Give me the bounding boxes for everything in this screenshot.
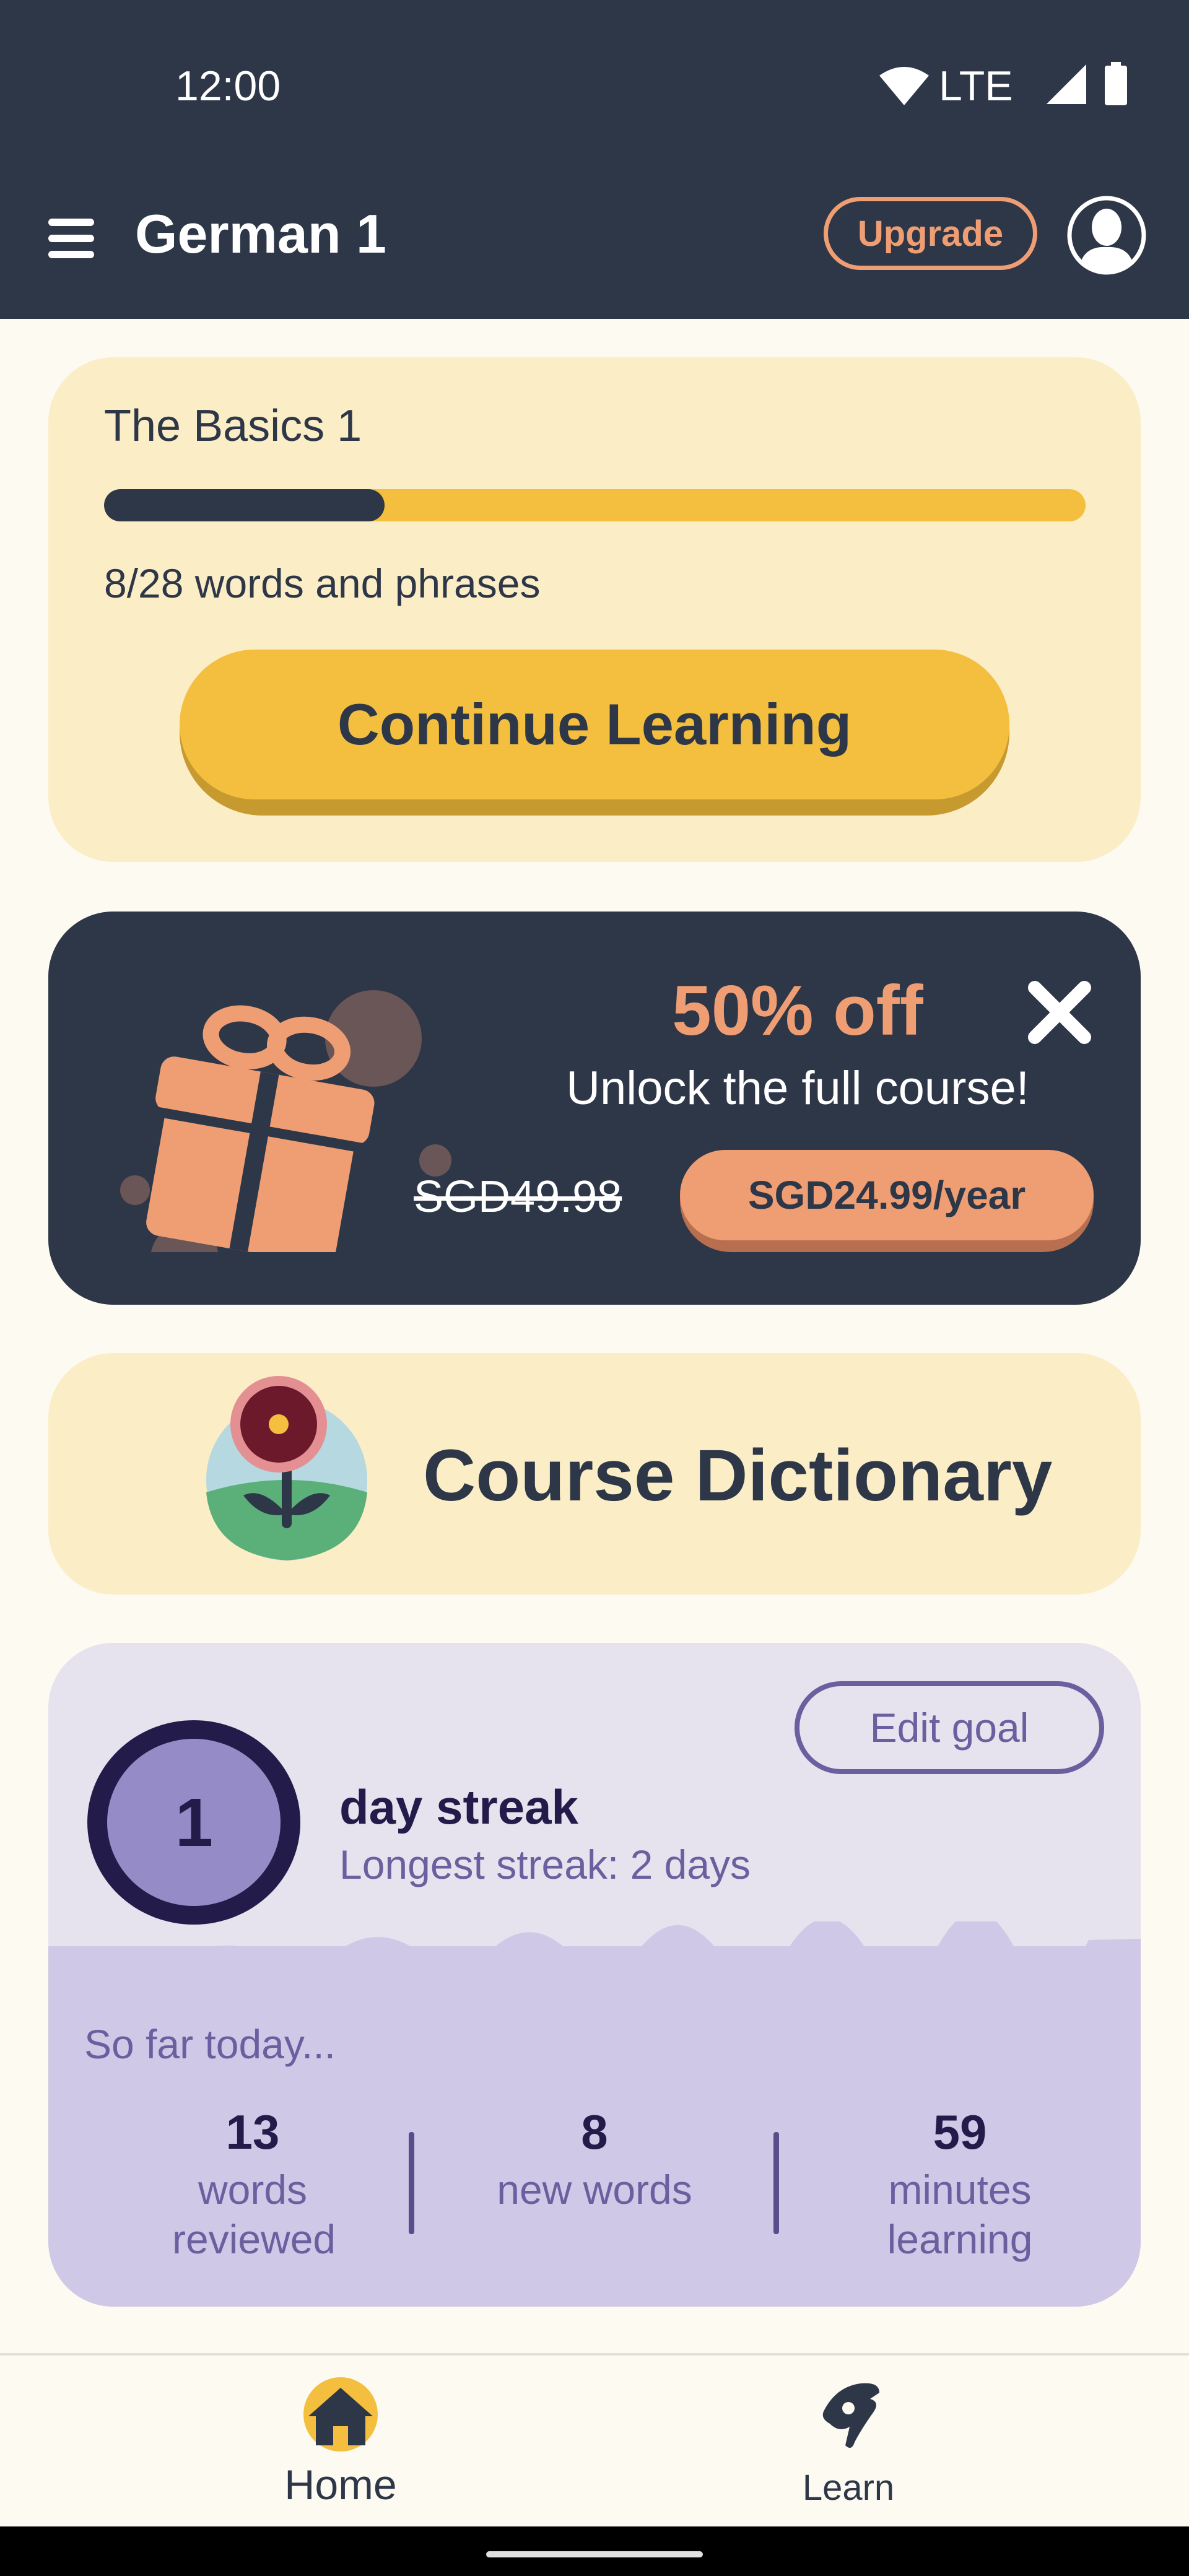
profile-avatar-icon[interactable] [1066, 195, 1147, 276]
stat-label: words reviewed [172, 2167, 336, 2262]
stat-divider [773, 2132, 779, 2234]
promo-card: 50% off Unlock the full course! SGD49.98… [48, 912, 1141, 1305]
promo-subtitle: Unlock the full course! [566, 1062, 1029, 1115]
continue-learning-button[interactable]: Continue Learning [180, 650, 1009, 816]
battery-icon [1105, 62, 1127, 105]
nav-label-learn: Learn [802, 2468, 895, 2508]
longest-streak: Longest streak: 2 days [339, 1842, 751, 1887]
streak-card: 1 day streak Longest streak: 2 days Edit… [48, 1643, 1141, 2307]
stat-value: 8 [581, 2105, 608, 2159]
close-icon[interactable] [1026, 978, 1094, 1046]
learn-hand-icon [822, 2383, 879, 2448]
streak-count: 1 [175, 1784, 214, 1861]
old-price: SGD49.98 [414, 1172, 622, 1222]
menu-button[interactable] [48, 214, 98, 263]
menu-icon-line [48, 219, 94, 226]
menu-icon-line [48, 251, 94, 258]
gesture-handle[interactable] [486, 2551, 703, 2557]
nav-label-home: Home [284, 2461, 397, 2509]
flower-icon [206, 1376, 367, 1560]
course-title: German 1 [135, 203, 386, 264]
status-icons: LTE [879, 62, 1189, 118]
network-type: LTE [939, 63, 1013, 110]
lesson-title: The Basics 1 [104, 401, 362, 451]
streak-label: day streak [339, 1780, 578, 1834]
app-bar: German 1 Upgrade [0, 176, 1189, 319]
wifi-icon [879, 67, 929, 105]
status-bar: 12:00 LTE [0, 0, 1189, 176]
stat-value: 59 [933, 2105, 987, 2159]
lesson-progress-fill [104, 489, 385, 521]
promo-title: 50% off [672, 972, 923, 1050]
status-time: 12:00 [175, 63, 281, 110]
discount-price-label: SGD24.99/year [680, 1150, 1094, 1240]
bottom-navigation: Home Learn [0, 2353, 1189, 2526]
menu-icon-line [48, 235, 94, 242]
signal-icon [1047, 64, 1086, 104]
continue-learning-label: Continue Learning [180, 650, 1009, 799]
nav-item-home[interactable]: Home [217, 2374, 464, 2517]
nav-item-learn[interactable]: Learn [725, 2374, 972, 2517]
stat-label: minutes learning [887, 2167, 1033, 2262]
home-icon [303, 2377, 378, 2452]
lesson-progress-bar [104, 489, 1086, 521]
panel-divider-wave [48, 1921, 1141, 1971]
upgrade-button[interactable]: Upgrade [824, 197, 1037, 270]
stat-words-reviewed: 13 words reviewed [104, 2104, 401, 2264]
lesson-progress-card: The Basics 1 8/28 words and phrases Cont… [48, 357, 1141, 862]
discount-price-button[interactable]: SGD24.99/year [680, 1150, 1094, 1252]
edit-goal-button[interactable]: Edit goal [795, 1681, 1104, 1774]
gift-icon [120, 990, 451, 1252]
course-dictionary-card[interactable]: Course Dictionary [48, 1353, 1141, 1595]
stat-label: new words [497, 2167, 692, 2213]
lesson-progress-text: 8/28 words and phrases [104, 560, 541, 606]
so-far-today-label: So far today... [84, 2021, 336, 2067]
stat-value: 13 [225, 2105, 280, 2159]
stat-new-words: 8 new words [446, 2104, 743, 2214]
stat-minutes-learning: 59 minutes learning [811, 2104, 1108, 2264]
course-dictionary-title: Course Dictionary [423, 1435, 1053, 1516]
stat-divider [409, 2132, 414, 2234]
system-gesture-bar [0, 2526, 1189, 2576]
